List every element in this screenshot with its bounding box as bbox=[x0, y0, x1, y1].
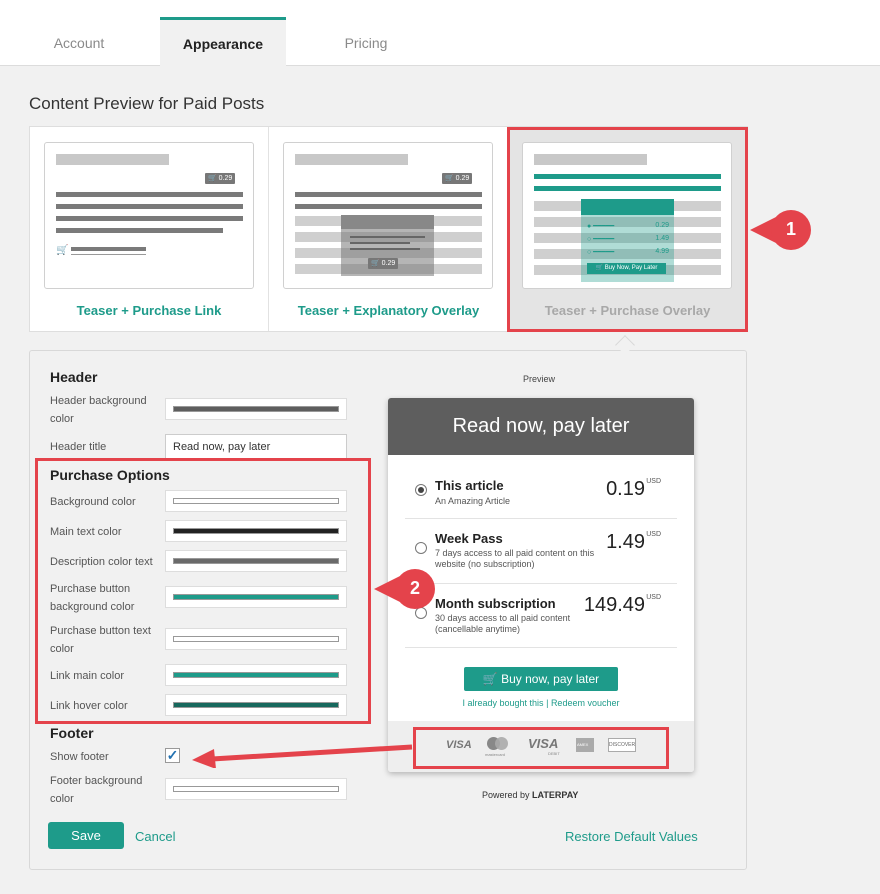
thumb-price-tag: 🛒 0.29 bbox=[368, 258, 399, 269]
tab-appearance[interactable]: Appearance bbox=[160, 17, 286, 66]
option-desc: 30 days access to all paid content (canc… bbox=[435, 613, 571, 634]
tab-bar: Account Appearance Pricing bbox=[0, 0, 880, 66]
redeem-voucher-link[interactable]: Redeem voucher bbox=[551, 698, 620, 708]
cancel-link[interactable]: Cancel bbox=[135, 829, 175, 844]
already-bought-link[interactable]: I already bought this bbox=[463, 698, 544, 708]
show-footer-checkbox[interactable]: ✓ bbox=[165, 748, 180, 763]
voucher-links: I already bought this | Redeem voucher bbox=[462, 698, 620, 708]
section-title: Content Preview for Paid Posts bbox=[29, 94, 265, 113]
show-footer-label: Show footer bbox=[50, 751, 109, 763]
thumb-price-tag: 🛒 0.29 bbox=[442, 173, 473, 184]
annotation-box-footer-icons bbox=[413, 727, 669, 769]
option-price: 149.49 bbox=[583, 594, 645, 616]
option-name: Month subscription bbox=[435, 596, 556, 611]
option-teaser-purchase-link[interactable]: 🛒 0.29 🛒 Teaser + Purchase Link bbox=[30, 127, 269, 331]
option-desc: An Amazing Article bbox=[435, 496, 511, 506]
footer-bg-color-picker[interactable] bbox=[165, 778, 347, 800]
footer-section-title: Footer bbox=[50, 725, 94, 741]
option-teaser-explanatory-overlay[interactable]: 🛒 0.29 🛒 0.29 Teaser + Explanatory Overl… bbox=[269, 127, 508, 331]
save-button[interactable]: Save bbox=[48, 822, 124, 849]
header-section-title: Header bbox=[50, 369, 98, 385]
header-bg-label: Header background color bbox=[50, 395, 147, 425]
option-price: 0.19 bbox=[606, 478, 645, 500]
annotation-arrow bbox=[192, 744, 413, 768]
preview-label: Preview bbox=[523, 374, 556, 384]
laterpay-logo: LATERPAY bbox=[532, 790, 579, 800]
option-currency: USD bbox=[646, 594, 661, 601]
radio-week-pass[interactable] bbox=[415, 542, 427, 554]
header-title-label: Header title bbox=[50, 441, 107, 453]
cart-icon: 🛒 bbox=[482, 672, 502, 686]
option-price: 1.49 bbox=[606, 531, 645, 553]
option-name: This article bbox=[435, 478, 504, 493]
annotation-badge-1: 1 bbox=[748, 210, 814, 250]
option-label: Teaser + Explanatory Overlay bbox=[297, 303, 480, 318]
option-currency: USD bbox=[646, 478, 661, 485]
header-bg-color-picker[interactable] bbox=[165, 398, 347, 420]
restore-defaults-link[interactable]: Restore Default Values bbox=[565, 829, 698, 844]
purchase-option-month-subscription[interactable]: Month subscription 30 days access to all… bbox=[405, 584, 677, 648]
cart-icon: 🛒 bbox=[56, 245, 69, 256]
purchase-option-article[interactable]: This article An Amazing Article 0.19 USD bbox=[405, 465, 677, 519]
tab-pricing[interactable]: Pricing bbox=[303, 17, 429, 66]
option-name: Week Pass bbox=[435, 531, 503, 546]
annotation-box-purchase-options bbox=[35, 458, 371, 724]
powered-by: Powered by LATERPAY bbox=[482, 790, 579, 800]
thumb-price-tag: 🛒 0.29 bbox=[205, 173, 236, 184]
thumbnail-explanatory-overlay: 🛒 0.29 🛒 0.29 bbox=[283, 142, 493, 289]
option-desc: 7 days access to all paid content on thi… bbox=[435, 548, 595, 569]
option-label: Teaser + Purchase Link bbox=[76, 303, 222, 318]
thumbnail-purchase-link: 🛒 0.29 🛒 bbox=[44, 142, 254, 289]
header-title-input[interactable]: Read now, pay later bbox=[165, 434, 347, 459]
footer-bg-label: Footer background color bbox=[50, 775, 143, 805]
buy-now-button[interactable]: 🛒 Buy now, pay later bbox=[464, 667, 618, 691]
annotation-badge-2: 2 bbox=[372, 569, 438, 609]
annotation-box-overlay bbox=[507, 127, 748, 332]
radio-this-article[interactable] bbox=[415, 484, 427, 496]
dialog-header: Read now, pay later bbox=[388, 398, 694, 455]
purchase-option-week-pass[interactable]: Week Pass 7 days access to all paid cont… bbox=[405, 519, 677, 584]
option-currency: USD bbox=[646, 531, 661, 538]
tab-account[interactable]: Account bbox=[16, 17, 142, 66]
